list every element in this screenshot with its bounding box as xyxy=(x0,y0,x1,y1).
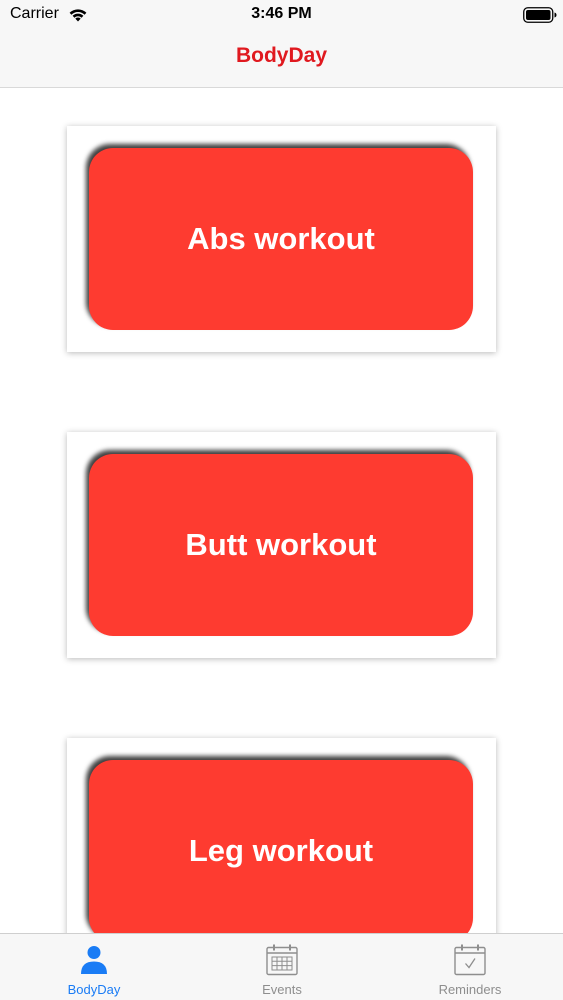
tab-reminders-label: Reminders xyxy=(438,982,502,997)
screen: Carrier 3:46 PM BodyDay Abs workout Butt… xyxy=(0,0,563,1000)
calendar-check-icon xyxy=(454,944,486,976)
leg-workout-button[interactable]: Leg workout xyxy=(89,760,473,942)
nav-title: BodyDay xyxy=(235,44,328,67)
abs-workout-button[interactable]: Abs workout xyxy=(89,148,473,330)
workout-card-leg: Leg workout xyxy=(67,738,496,964)
tab-reminders[interactable]: Reminders xyxy=(376,934,563,1000)
workout-card-butt: Butt workout xyxy=(67,432,496,658)
status-bar: Carrier 3:46 PM xyxy=(0,0,563,30)
tab-bodyday-label: BodyDay xyxy=(67,982,121,997)
top-bar: Carrier 3:46 PM BodyDay xyxy=(0,0,563,88)
tab-bodyday[interactable]: BodyDay xyxy=(0,934,188,1000)
status-time: 3:46 PM xyxy=(251,5,312,22)
tab-events[interactable]: Events xyxy=(188,934,376,1000)
tab-events-label: Events xyxy=(262,982,302,997)
butt-workout-button[interactable]: Butt workout xyxy=(89,454,473,636)
workout-card-abs: Abs workout xyxy=(67,126,496,352)
battery-icon xyxy=(523,7,557,23)
calendar-grid-icon xyxy=(266,944,298,976)
person-icon xyxy=(81,946,107,974)
tab-bar: BodyDay Events Reminders xyxy=(0,933,563,1000)
